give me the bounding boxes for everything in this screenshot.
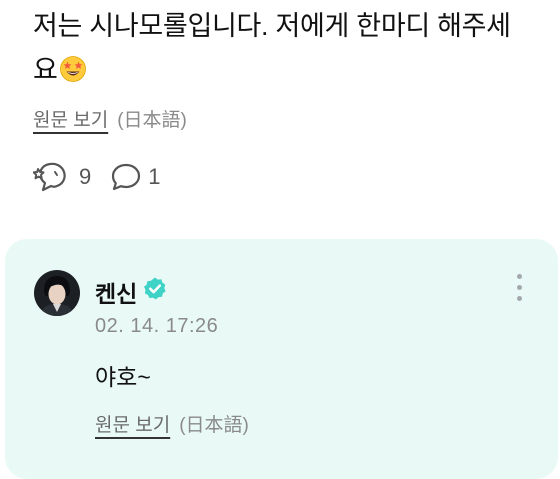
reply-author[interactable]: 켄신	[95, 275, 168, 309]
post-actions: 9 1	[33, 160, 161, 194]
more-dot-icon	[516, 296, 522, 301]
reply-text: 야호~	[95, 364, 151, 390]
post-text: 저는 시나모롤입니다. 저에게 한마디 해주세요	[33, 4, 533, 96]
reply-original-row: 원문 보기 (日本語)	[95, 410, 249, 437]
more-dot-icon	[516, 285, 522, 290]
star-struck-emoji-icon	[59, 52, 87, 96]
avatar[interactable]	[34, 270, 80, 316]
original-language-label: (日本語)	[117, 110, 187, 131]
more-options-button[interactable]	[512, 274, 526, 306]
reply-timestamp: 02. 14. 17:26	[95, 315, 219, 337]
reply-view-original-link[interactable]: 원문 보기	[95, 410, 170, 437]
verified-badge-icon	[142, 276, 168, 308]
comment-button[interactable]: 1	[110, 162, 161, 192]
comment-icon	[110, 162, 142, 192]
username[interactable]: 켄신	[95, 275, 137, 309]
like-button[interactable]: 9	[33, 160, 91, 194]
more-dot-icon	[516, 274, 522, 279]
view-original-link[interactable]: 원문 보기	[33, 105, 108, 132]
reply-original-language-label: (日本語)	[179, 415, 249, 436]
comment-count: 1	[148, 164, 161, 189]
cheer-icon	[33, 160, 73, 194]
post-original-row: 원문 보기 (日本語)	[33, 105, 187, 132]
reply-card	[5, 239, 558, 479]
post-text-content: 저는 시나모롤입니다. 저에게 한마디 해주세요	[33, 11, 511, 85]
like-count: 9	[79, 164, 92, 189]
